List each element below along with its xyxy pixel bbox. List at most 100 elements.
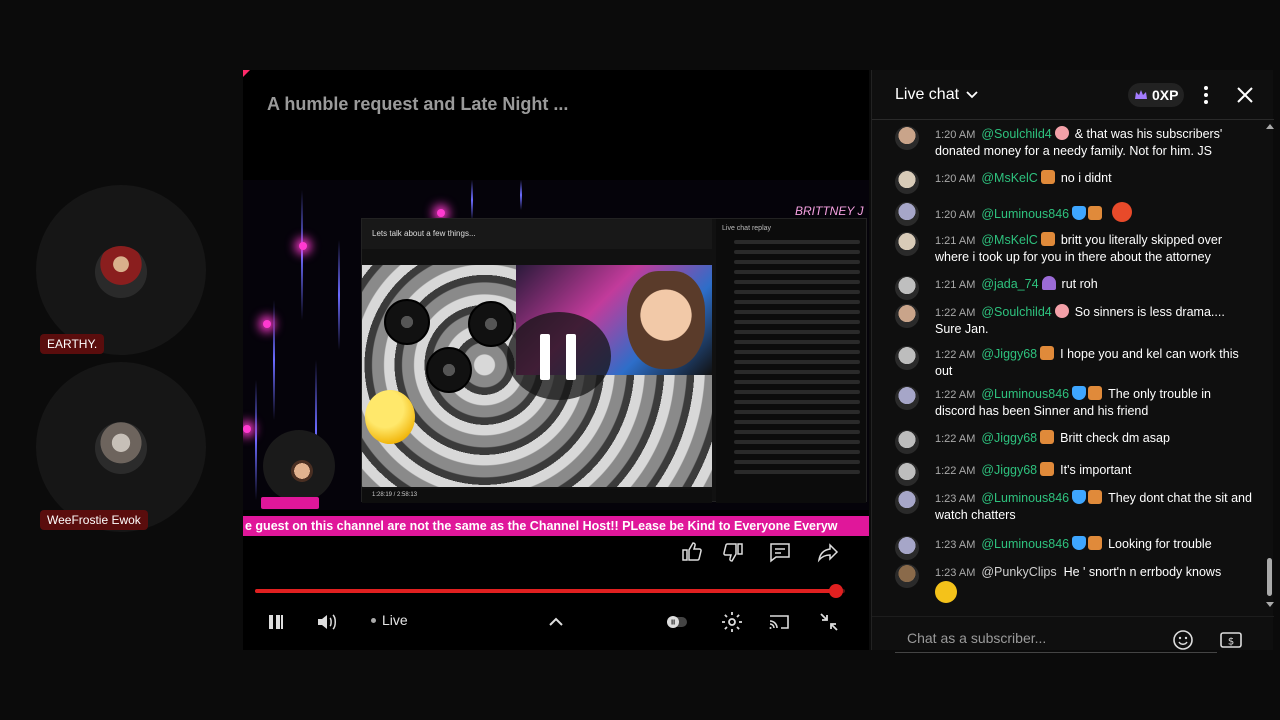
chat-message-text: & that was his subscribers' donated mone…: [935, 127, 1223, 158]
chat-message-body: 1:22 AM @Jiggy68 It's important: [935, 462, 1253, 479]
progress-bar[interactable]: [255, 584, 845, 598]
exit-fullscreen-icon[interactable]: [817, 610, 841, 634]
crown-icon: [1135, 90, 1147, 99]
embedded-avatar: [426, 347, 472, 393]
stream-page: EARTHY. WeeFrostie Ewok A humble request…: [0, 0, 1280, 720]
chat-input-row: $: [872, 616, 1274, 653]
chat-author[interactable]: @MsKelC: [981, 233, 1037, 247]
chat-avatar[interactable]: [895, 232, 919, 256]
chat-message[interactable]: 1:20 AM @Luminous846: [872, 202, 1264, 226]
chat-author[interactable]: @Jiggy68: [981, 431, 1037, 445]
chat-timestamp: 1:20 AM: [935, 173, 976, 185]
chat-message[interactable]: 1:20 AM @Soulchild4 & that was his subscri…: [872, 126, 1264, 162]
like-icon[interactable]: [680, 540, 704, 564]
chat-message-text: rut roh: [1061, 277, 1098, 291]
chat-message[interactable]: 1:22 AM @Soulchild4 So sinners is less dra…: [872, 304, 1264, 340]
chat-author[interactable]: @MsKelC: [981, 171, 1037, 185]
chat-message[interactable]: 1:21 AM @jada_74 rut roh: [872, 276, 1264, 300]
chat-message[interactable]: 1:22 AM @Jiggy68 I hope you and kel can wo…: [872, 346, 1264, 382]
chat-timestamp: 1:22 AM: [935, 433, 976, 445]
shield-badge-icon: [1072, 386, 1087, 400]
light-glow: [437, 209, 445, 217]
share-icon[interactable]: [816, 540, 840, 564]
chat-avatar[interactable]: [895, 386, 919, 410]
chat-avatar[interactable]: [895, 462, 919, 486]
chat-avatar[interactable]: [895, 170, 919, 194]
chat-avatar[interactable]: [895, 564, 919, 588]
chat-avatar[interactable]: [895, 346, 919, 370]
chat-message[interactable]: 1:20 AM @MsKelC no i didnt: [872, 170, 1264, 194]
autoplay-toggle-icon[interactable]: [665, 610, 689, 634]
chevron-up-icon[interactable]: [544, 610, 568, 634]
chat-author[interactable]: @Soulchild4: [981, 127, 1051, 141]
chat-avatar[interactable]: [895, 276, 919, 300]
video-title[interactable]: A humble request and Late Night ...: [267, 94, 568, 115]
shield-badge-icon: [1072, 490, 1087, 504]
progress-knob[interactable]: [829, 584, 844, 598]
shield-badge-icon: [1072, 536, 1087, 550]
chat-message[interactable]: 1:23 AM @Luminous846 Looking for trouble: [872, 536, 1264, 560]
live-indicator[interactable]: Live: [371, 612, 408, 628]
laughing-emoji-icon: [935, 581, 957, 603]
chat-author[interactable]: @Luminous846: [981, 207, 1069, 221]
pause-overlay-button[interactable]: [507, 312, 611, 400]
scrolling-banner: e guest on this channel are not the same…: [243, 516, 869, 536]
chat-avatar[interactable]: [895, 490, 919, 514]
video-player[interactable]: A humble request and Late Night ... Lets…: [243, 70, 869, 650]
scroll-thumb[interactable]: [1267, 558, 1272, 596]
close-icon[interactable]: [1234, 84, 1256, 106]
dislike-icon[interactable]: [721, 540, 745, 564]
chat-message-body: 1:23 AM @PunkyClips He ' snort'n n errbody…: [935, 564, 1253, 603]
chat-message-text: Britt check dm asap: [1060, 431, 1170, 445]
pause-icon[interactable]: [264, 610, 288, 634]
chat-avatar[interactable]: [895, 430, 919, 454]
chat-title-dropdown[interactable]: Live chat: [895, 86, 959, 104]
chat-input[interactable]: [895, 623, 1217, 653]
chat-author[interactable]: @Jiggy68: [981, 463, 1037, 477]
light-streak: [301, 190, 303, 320]
chat-message[interactable]: 1:22 AM @Luminous846 The only trouble in d…: [872, 386, 1264, 422]
super-chat-icon[interactable]: $: [1218, 627, 1244, 653]
chat-author[interactable]: @Soulchild4: [981, 305, 1051, 319]
pig-badge-icon: [1054, 304, 1069, 318]
embedded-face: [627, 271, 705, 369]
chat-author[interactable]: @PunkyClips: [981, 565, 1056, 579]
settings-gear-icon[interactable]: [720, 610, 744, 634]
comment-icon[interactable]: [768, 540, 792, 564]
chat-message[interactable]: 1:22 AM @Jiggy68 Britt check dm asap: [872, 430, 1264, 454]
fist-badge-icon: [1040, 430, 1055, 444]
chat-timestamp: 1:20 AM: [935, 209, 976, 221]
chat-avatar[interactable]: [895, 126, 919, 150]
scroll-up-arrow-icon[interactable]: [1266, 124, 1274, 129]
chat-avatar[interactable]: [895, 304, 919, 328]
inner-participant-avatar: [291, 460, 313, 482]
chat-scrollbar[interactable]: [1265, 122, 1274, 612]
umbrella-badge-icon: [1041, 276, 1056, 290]
chat-message[interactable]: 1:23 AM @Luminous846 They dont chat the si…: [872, 490, 1264, 526]
fist-badge-icon: [1040, 346, 1055, 360]
light-glow: [263, 320, 271, 328]
fist-badge-icon: [1088, 490, 1103, 504]
chat-author[interactable]: @jada_74: [981, 277, 1038, 291]
chat-author[interactable]: @Luminous846: [981, 491, 1069, 505]
chat-message[interactable]: 1:21 AM @MsKelC britt you literally skippe…: [872, 232, 1264, 268]
chat-avatar[interactable]: [895, 202, 919, 226]
chevron-down-icon[interactable]: [965, 88, 979, 102]
chat-message[interactable]: 1:22 AM @Jiggy68 It's important: [872, 462, 1264, 486]
cast-icon[interactable]: [767, 610, 791, 634]
more-options-icon[interactable]: [1196, 84, 1216, 106]
chat-avatar[interactable]: [895, 536, 919, 560]
chat-timestamp: 1:23 AM: [935, 539, 976, 551]
xp-badge[interactable]: 0XP: [1128, 83, 1184, 107]
light-streak: [471, 180, 473, 220]
light-streak: [338, 240, 340, 350]
chat-message[interactable]: 1:23 AM @PunkyClips He ' snort'n n errbody…: [872, 564, 1264, 603]
emoji-picker-icon[interactable]: [1172, 629, 1194, 651]
chat-author[interactable]: @Jiggy68: [981, 347, 1037, 361]
fist-badge-icon: [1040, 232, 1055, 246]
participant-avatar-weefrostie: [95, 422, 147, 474]
chat-author[interactable]: @Luminous846: [981, 537, 1069, 551]
chat-author[interactable]: @Luminous846: [981, 387, 1069, 401]
scroll-down-arrow-icon[interactable]: [1266, 602, 1274, 607]
volume-icon[interactable]: [315, 610, 339, 634]
